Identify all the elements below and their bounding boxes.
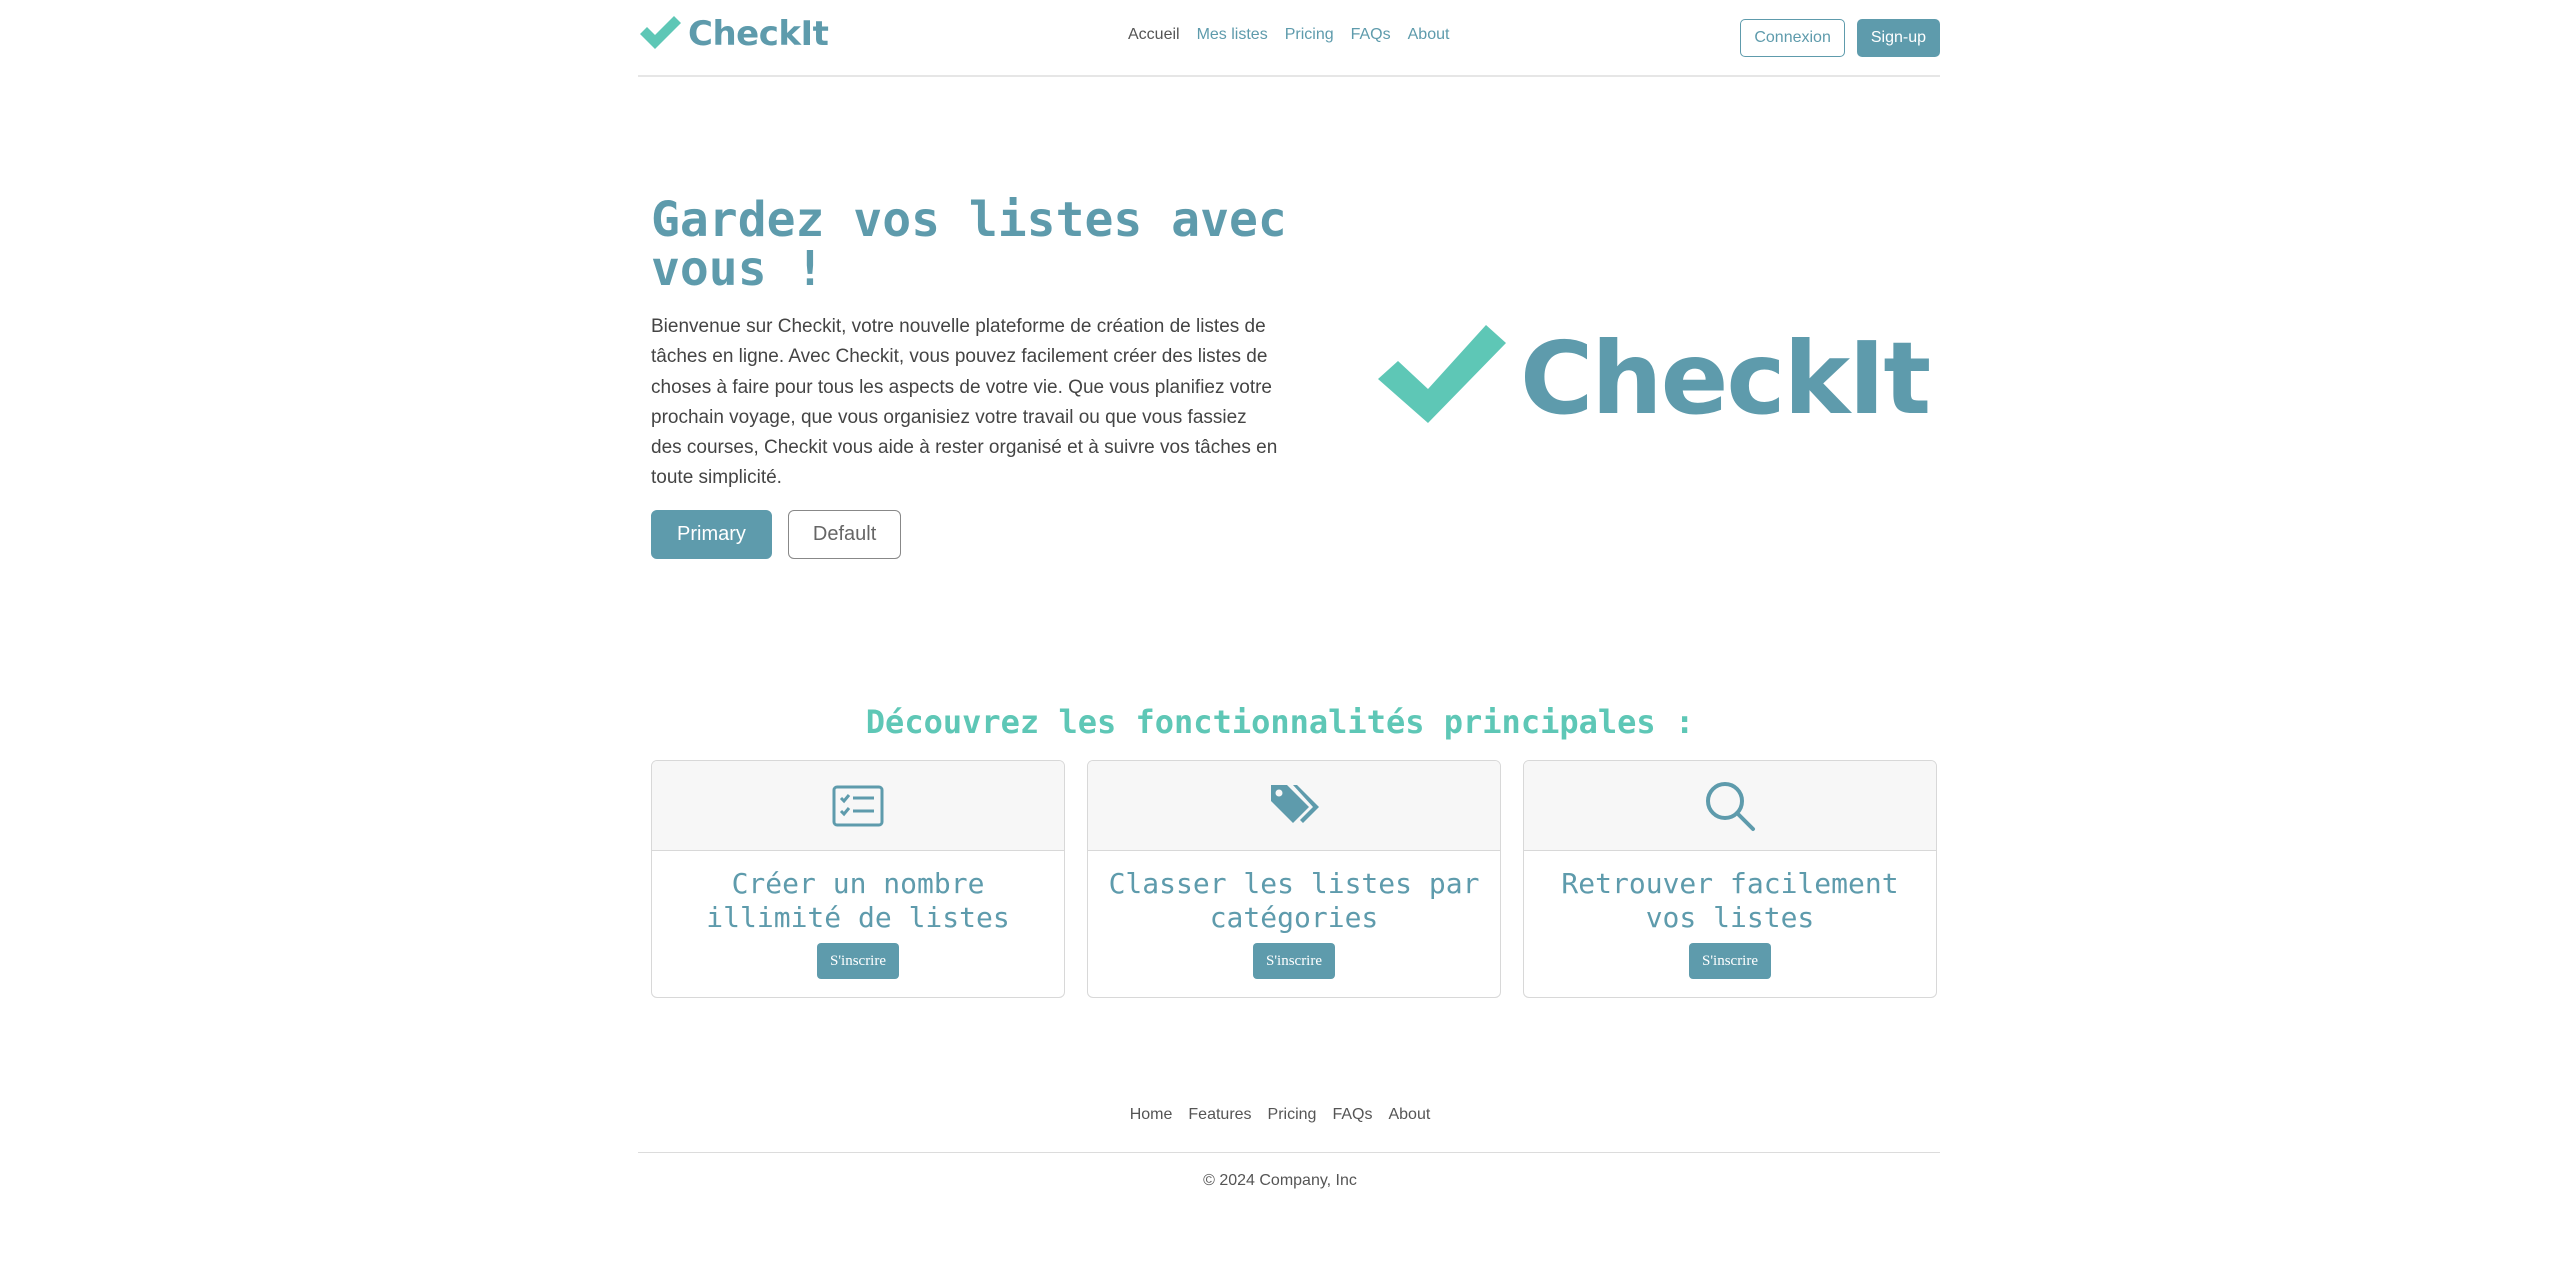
footer-nav: Home Features Pricing FAQs About bbox=[0, 1106, 2560, 1124]
footer-link-pricing[interactable]: Pricing bbox=[1268, 1106, 1317, 1124]
signup-card-button[interactable]: S'inscrire bbox=[816, 943, 900, 979]
checkmark-icon bbox=[640, 16, 681, 49]
checklist-icon bbox=[832, 785, 884, 826]
nav-item-mes-listes[interactable]: Mes listes bbox=[1197, 26, 1268, 44]
large-checkmark-icon bbox=[1378, 324, 1506, 423]
hero-title: Gardez vos listes avec vous ! bbox=[651, 192, 1287, 297]
footer-link-features[interactable]: Features bbox=[1188, 1106, 1251, 1124]
footer-link-about[interactable]: About bbox=[1388, 1106, 1430, 1124]
signup-card-button[interactable]: S'inscrire bbox=[1688, 943, 1772, 979]
footer-link-faqs[interactable]: FAQs bbox=[1332, 1106, 1372, 1124]
card-header bbox=[1088, 761, 1500, 851]
feature-card-unlimited-lists: Créer un nombre illimité de listes S'ins… bbox=[651, 760, 1065, 998]
feature-card-categories: Classer les listes par catégories S'insc… bbox=[1087, 760, 1501, 998]
feature-card-search: Retrouver facilement vos listes S'inscri… bbox=[1523, 760, 1937, 998]
site-header: CheckIt Accueil Mes listes Pricing FAQs … bbox=[638, 0, 1940, 77]
brand-logo-link[interactable]: CheckIt bbox=[638, 12, 829, 56]
card-title: Créer un nombre illimité de listes bbox=[706, 867, 1010, 934]
primary-button[interactable]: Primary bbox=[651, 510, 772, 559]
hero-logo: CheckIt bbox=[1378, 320, 1931, 437]
card-header bbox=[1524, 761, 1936, 851]
auth-buttons: Connexion Sign-up bbox=[1740, 19, 1940, 57]
brand-name: CheckIt bbox=[688, 14, 829, 54]
nav-item-accueil[interactable]: Accueil bbox=[1128, 26, 1180, 44]
signup-card-button[interactable]: S'inscrire bbox=[1252, 943, 1336, 979]
signup-button[interactable]: Sign-up bbox=[1856, 19, 1940, 57]
default-button[interactable]: Default bbox=[787, 510, 902, 559]
nav-item-pricing[interactable]: Pricing bbox=[1285, 26, 1334, 44]
features-title: Découvrez les fonctionnalités principale… bbox=[865, 703, 1695, 741]
copyright: © 2024 Company, Inc bbox=[1203, 1172, 1357, 1189]
card-header bbox=[652, 761, 1064, 851]
card-title: Retrouver facilement vos listes bbox=[1561, 867, 1899, 934]
hero-description: Bienvenue sur Checkit, votre nouvelle pl… bbox=[651, 316, 1278, 489]
card-title: Classer les listes par catégories bbox=[1108, 867, 1480, 934]
footer-divider bbox=[638, 1152, 1940, 1153]
tags-icon bbox=[1271, 784, 1319, 823]
nav-item-faqs[interactable]: FAQs bbox=[1351, 26, 1391, 44]
nav-item-about[interactable]: About bbox=[1408, 26, 1450, 44]
footer-link-home[interactable]: Home bbox=[1130, 1106, 1173, 1124]
search-icon bbox=[1706, 781, 1755, 831]
login-button[interactable]: Connexion bbox=[1740, 19, 1845, 57]
hero-actions: Primary Default bbox=[651, 510, 902, 559]
main-nav: Accueil Mes listes Pricing FAQs About bbox=[1128, 26, 1449, 44]
hero-logo-text: CheckIt bbox=[1520, 320, 1931, 437]
